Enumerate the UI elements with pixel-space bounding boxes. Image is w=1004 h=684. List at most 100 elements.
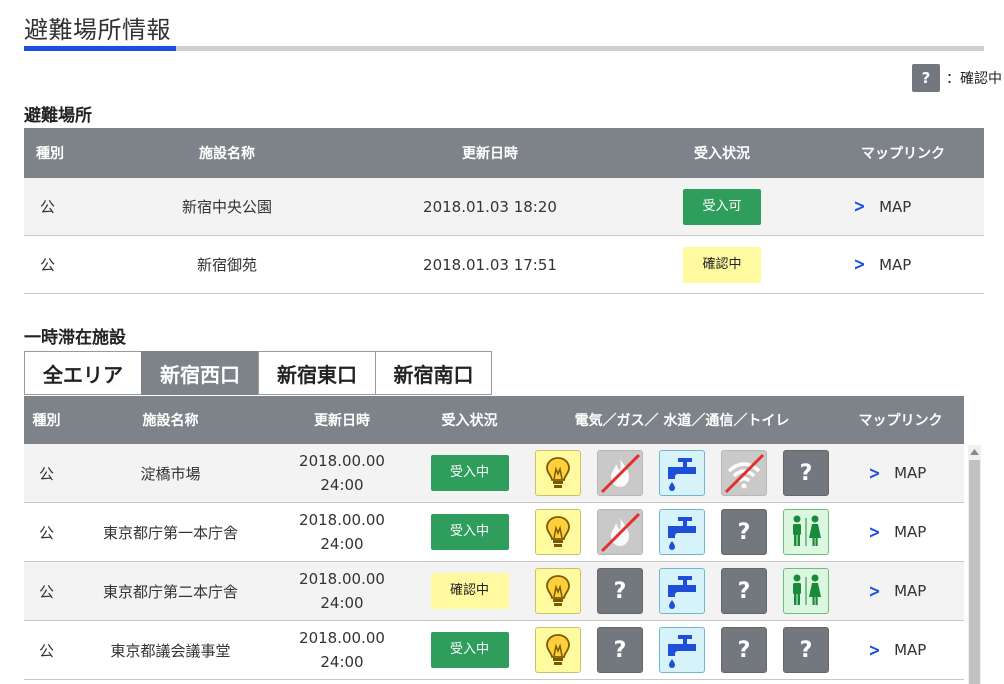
col-updated-header: 更新日時 [358, 128, 622, 178]
col-type-header: 種別 [24, 128, 96, 178]
title-underline-accent [24, 46, 176, 51]
utilities-cell: ? [527, 502, 837, 562]
status-badge: 受入中 [430, 514, 509, 550]
updated-date: 2018.00.00 [299, 511, 385, 529]
unknown-icon: ? [721, 509, 767, 555]
col-status-header: 受入状況 [412, 396, 527, 444]
col-name-header: 施設名称 [96, 128, 358, 178]
status-cell: 受入可 [622, 178, 822, 236]
map-cell: > MAP [822, 178, 984, 236]
map-link-label: MAP [894, 582, 927, 600]
updated-cell: 2018.01.03 18:20 [358, 178, 622, 236]
utilities-cell: ??? [527, 620, 837, 680]
utility-icons: ??? [527, 627, 837, 673]
col-name-header: 施設名称 [69, 396, 272, 444]
lightbulb-icon [535, 627, 581, 673]
scrollbar-thumb[interactable] [969, 460, 980, 684]
facilities-section-title: 一時滞在施設 [24, 328, 126, 348]
status-cell: 受入中 [412, 502, 527, 562]
status-badge: 確認中 [683, 246, 761, 283]
updated-cell: 2018.01.03 17:51 [358, 235, 622, 294]
unknown-icon: ? [721, 627, 767, 673]
updated-time: 24:00 [320, 476, 364, 494]
tab-all-area[interactable]: 全エリア [24, 351, 141, 395]
map-link[interactable]: > MAP [837, 522, 964, 543]
lightbulb-icon [535, 450, 581, 496]
page-title: 避難場所情報 [24, 16, 171, 44]
scroll-up-arrow-icon[interactable] [968, 445, 981, 459]
map-link[interactable]: > MAP [822, 196, 984, 217]
status-cell: 受入中 [412, 620, 527, 680]
shelters-table: 種別 施設名称 更新日時 受入状況 マップリンク 公 新宿中央公園 2018.0… [24, 128, 984, 294]
type-cell: 公 [24, 178, 96, 236]
toilet-icon [783, 509, 829, 555]
shelters-header-row: 種別 施設名称 更新日時 受入状況 マップリンク [24, 128, 984, 178]
map-cell: > MAP [837, 620, 964, 680]
updated-time: 24:00 [320, 594, 364, 612]
map-link-label: MAP [879, 255, 912, 274]
gas-unavailable-icon [597, 450, 643, 496]
updated-time: 24:00 [320, 653, 364, 671]
updated-time: 24:00 [320, 535, 364, 553]
updated-date: 2018.00.00 [299, 452, 385, 470]
map-link-label: MAP [894, 523, 927, 541]
name-cell: 新宿中央公園 [96, 178, 358, 236]
type-cell: 公 [24, 235, 96, 294]
updated-date: 2018.00.00 [299, 629, 385, 647]
tab-shinjuku-south[interactable]: 新宿南口 [375, 351, 492, 395]
gas-unavailable-icon [597, 509, 643, 555]
map-link[interactable]: > MAP [837, 640, 964, 661]
map-link-label: MAP [879, 197, 912, 216]
updated-cell: 2018.00.00 24:00 [272, 502, 412, 562]
utilities-cell: ?? [527, 561, 837, 621]
name-cell: 新宿御苑 [96, 235, 358, 294]
legend-label: ：確認中 [946, 71, 1002, 87]
map-link-label: MAP [894, 641, 927, 659]
updated-cell: 2018.00.00 24:00 [272, 620, 412, 680]
table-row: 公 新宿御苑 2018.01.03 17:51 確認中 > MAP [24, 235, 984, 294]
type-cell: 公 [24, 444, 69, 503]
map-cell: > MAP [837, 561, 964, 621]
tab-shinjuku-west[interactable]: 新宿西口 [141, 351, 258, 395]
unknown-icon: ? [597, 627, 643, 673]
water-tap-icon [659, 627, 705, 673]
status-badge: 確認中 [430, 573, 509, 609]
type-cell: 公 [24, 620, 69, 680]
wifi-unavailable-icon [721, 450, 767, 496]
updated-cell: 2018.00.00 24:00 [272, 561, 412, 621]
chevron-right-icon: > [868, 462, 881, 484]
utilities-cell: ? [527, 444, 837, 503]
map-link[interactable]: > MAP [837, 463, 964, 484]
water-tap-icon [659, 509, 705, 555]
map-link[interactable]: > MAP [822, 254, 984, 275]
table-row: 公 淀橋市場 2018.00.00 24:00 受入中 ? > MAP [24, 444, 964, 503]
updated-cell: 2018.00.00 24:00 [272, 444, 412, 503]
lightbulb-icon [535, 509, 581, 555]
unknown-icon: ? [783, 627, 829, 673]
status-cell: 受入中 [412, 444, 527, 503]
facilities-header-row: 種別 施設名称 更新日時 受入状況 電気／ガス／ 水道／通信／トイレ マップリン… [24, 396, 964, 444]
type-cell: 公 [24, 561, 69, 621]
table-row: 公 東京都議会議事堂 2018.00.00 24:00 受入中 ??? > MAP [24, 620, 964, 680]
name-cell: 淀橋市場 [69, 444, 272, 503]
area-tabs: 全エリア 新宿西口 新宿東口 新宿南口 [24, 351, 492, 395]
map-cell: > MAP [837, 444, 964, 503]
col-map-header: マップリンク [822, 128, 984, 178]
utility-icons: ? [527, 509, 837, 555]
status-cell: 確認中 [622, 235, 822, 294]
type-cell: 公 [24, 502, 69, 562]
name-cell: 東京都庁第一本庁舎 [69, 502, 272, 562]
col-updated-header: 更新日時 [272, 396, 412, 444]
status-badge: 受入可 [683, 188, 761, 225]
map-link-label: MAP [894, 464, 927, 482]
unknown-icon: ? [912, 64, 940, 92]
facilities-table: 種別 施設名称 更新日時 受入状況 電気／ガス／ 水道／通信／トイレ マップリン… [24, 396, 964, 680]
map-link[interactable]: > MAP [837, 581, 964, 602]
tab-shinjuku-east[interactable]: 新宿東口 [258, 351, 375, 395]
col-status-header: 受入状況 [622, 128, 822, 178]
col-utilities-header: 電気／ガス／ 水道／通信／トイレ [527, 396, 837, 444]
table-row: 公 東京都庁第一本庁舎 2018.00.00 24:00 受入中 ? > MAP [24, 502, 964, 562]
vertical-scrollbar[interactable] [968, 445, 981, 684]
chevron-right-icon: > [868, 521, 881, 543]
col-map-header: マップリンク [837, 396, 964, 444]
